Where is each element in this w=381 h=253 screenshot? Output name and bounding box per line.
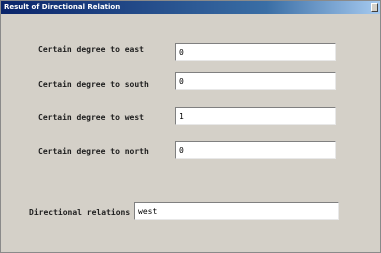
title-bar[interactable]: Result of Directional Relation — [1, 1, 380, 14]
south-degree-field[interactable] — [175, 72, 336, 90]
south-degree-label: Certain degree to south — [38, 80, 149, 89]
west-degree-label: Certain degree to west — [38, 113, 144, 122]
east-degree-label: Certain degree to east — [38, 45, 144, 54]
window-title: Result of Directional Relation — [4, 3, 121, 11]
north-degree-field[interactable] — [175, 141, 336, 159]
west-degree-field[interactable] — [175, 107, 336, 125]
result-window: Result of Directional Relation Certain d… — [0, 0, 381, 253]
east-degree-field[interactable] — [175, 43, 336, 61]
window-control-button[interactable] — [371, 3, 378, 12]
directional-relations-field[interactable] — [134, 202, 339, 220]
directional-relations-label: Directional relations — [29, 208, 131, 217]
north-degree-label: Certain degree to north — [38, 147, 149, 156]
